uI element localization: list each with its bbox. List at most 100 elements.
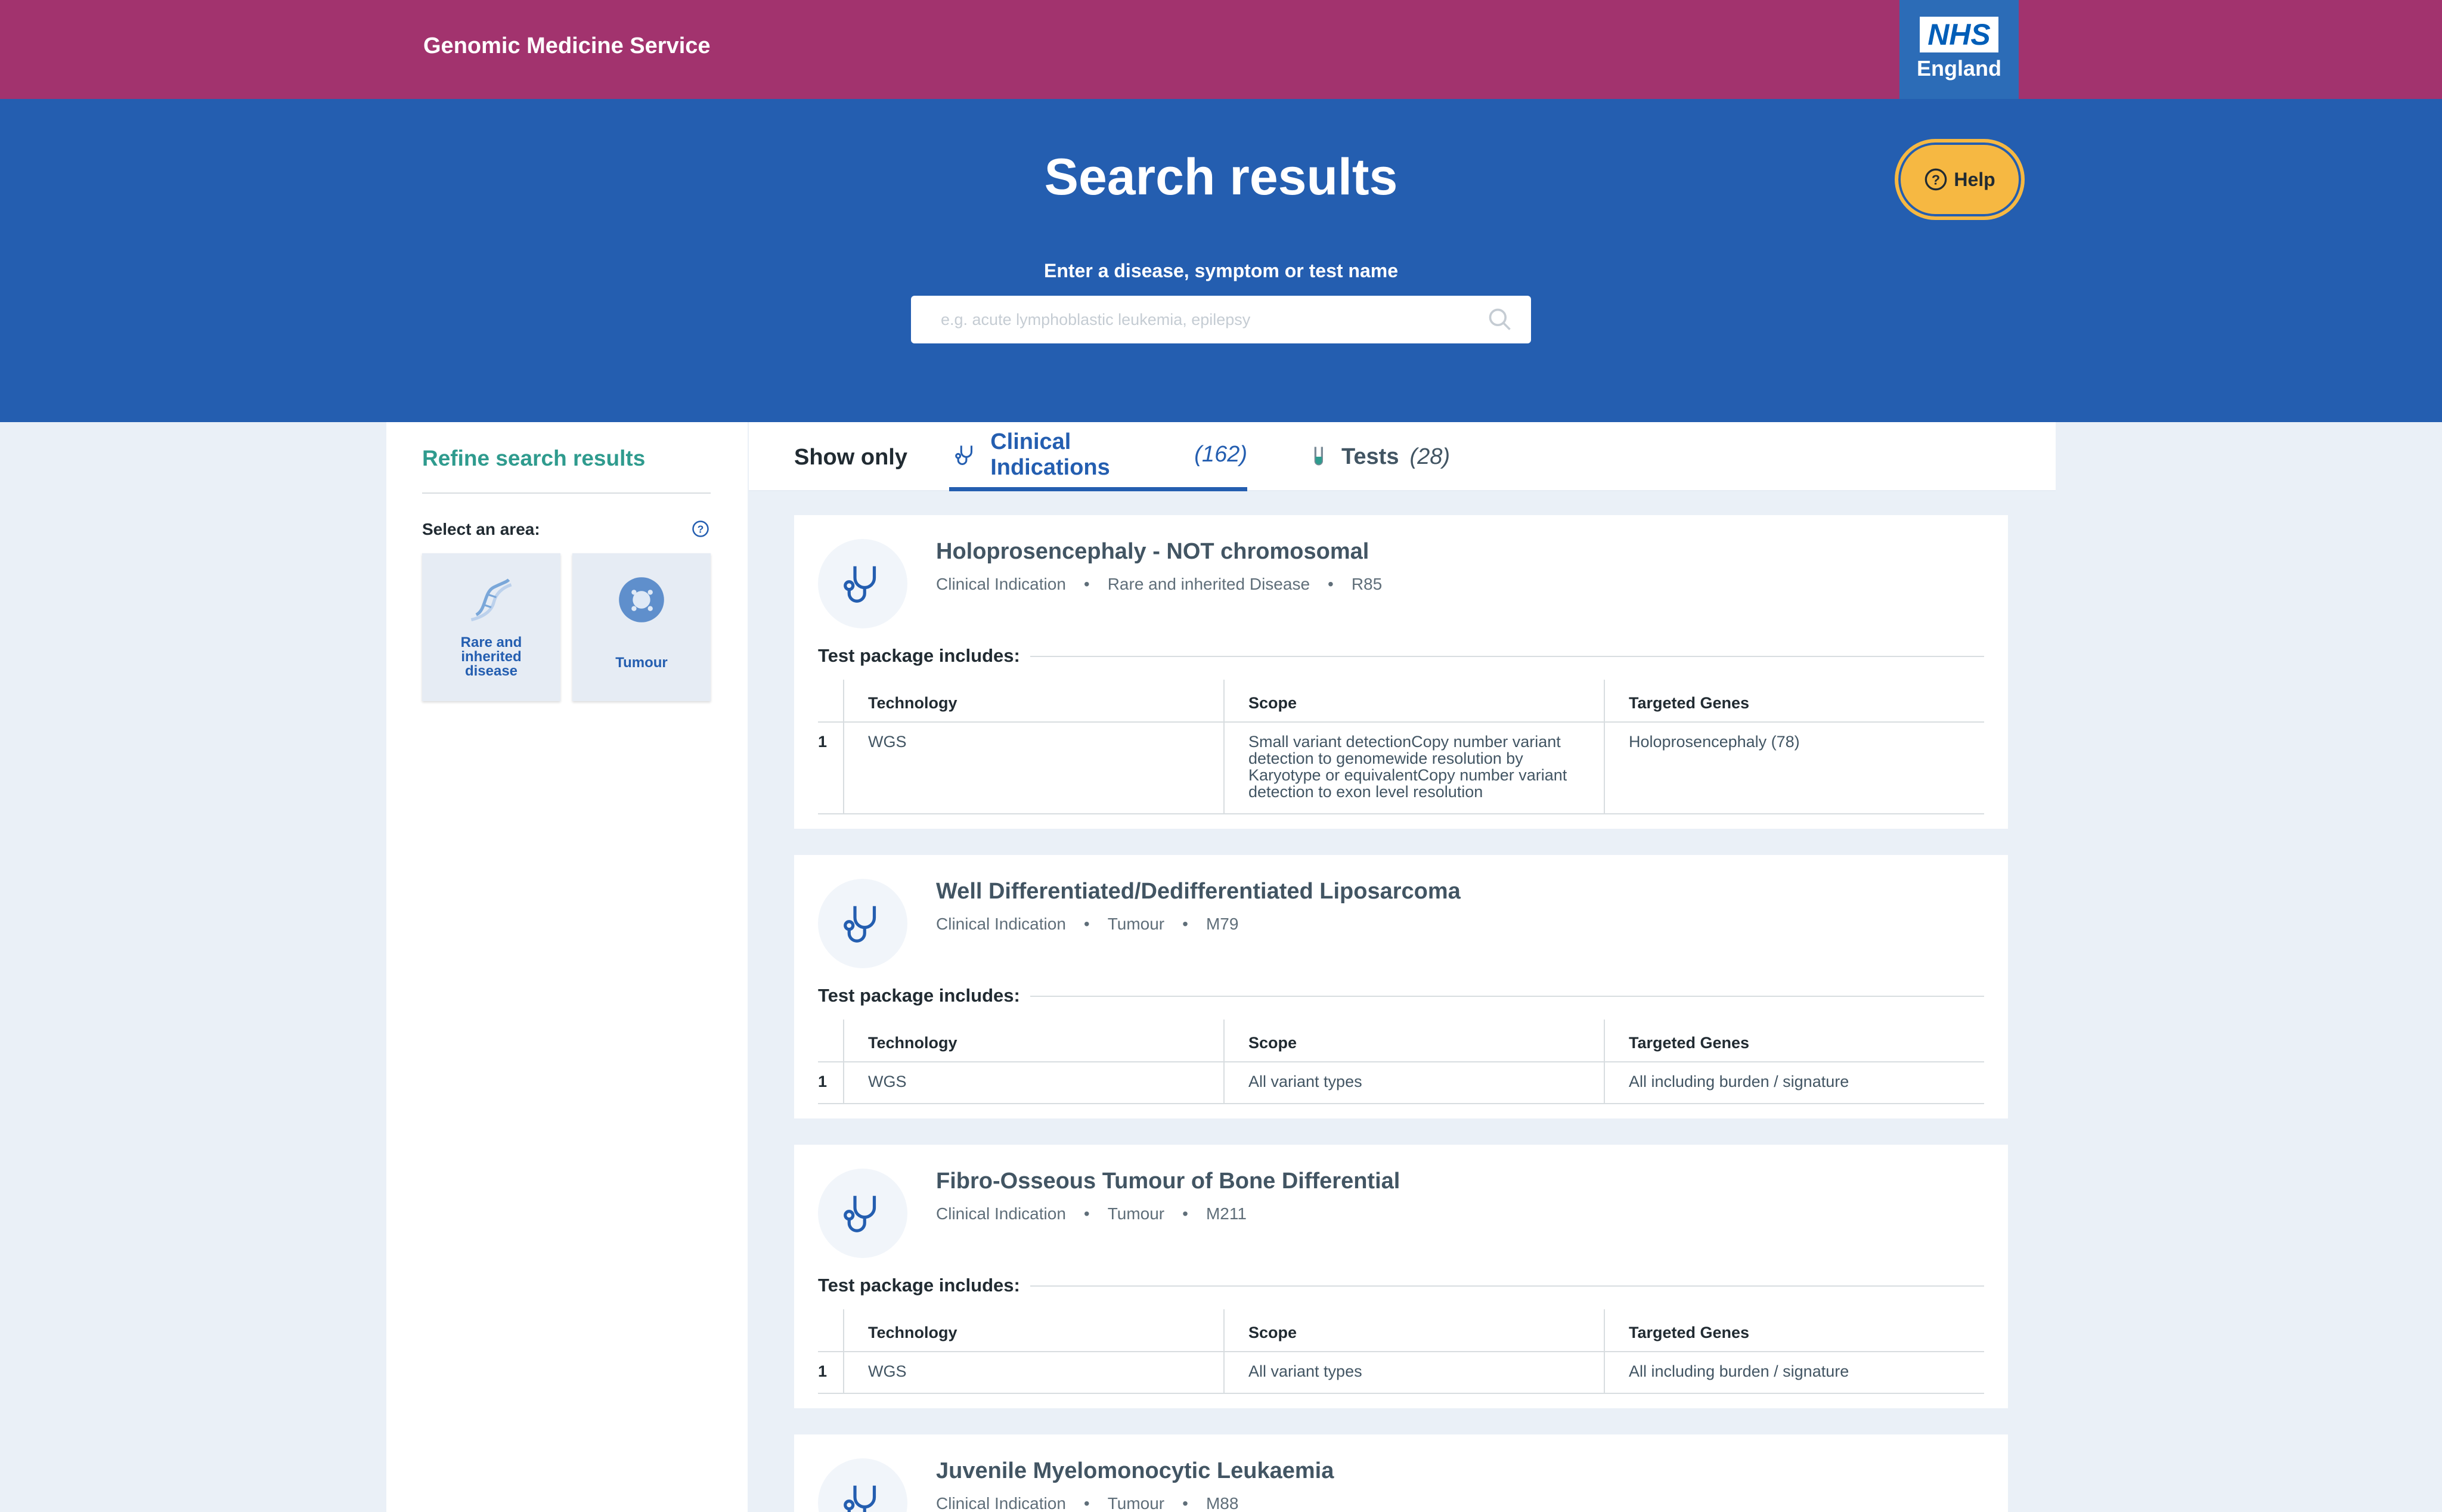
result-title[interactable]: Fibro-Osseous Tumour of Bone Differentia… <box>936 1169 1400 1194</box>
technology-cell: WGS <box>868 733 907 751</box>
nhs-logo-mark: NHS <box>1920 17 1998 52</box>
package-label: Test package includes: <box>818 645 1020 666</box>
divider <box>1030 656 1984 657</box>
result-card[interactable]: Well Differentiated/Dedifferentiated Lip… <box>794 855 2008 1118</box>
result-type: Clinical Indication <box>936 575 1066 593</box>
result-code: M88 <box>1205 1494 1239 1512</box>
row-number: 1 <box>818 1362 828 1380</box>
nhs-logo-subtitle: England <box>1917 56 2001 80</box>
svg-text:?: ? <box>1932 172 1940 187</box>
result-meta: Clinical Indication • Tumour • M79 <box>936 915 1239 933</box>
question-circle-icon[interactable]: ? <box>692 520 709 538</box>
svg-text:?: ? <box>698 523 704 535</box>
search-box <box>911 296 1531 343</box>
stethoscope-icon <box>844 1485 876 1512</box>
divider <box>1030 1285 1984 1287</box>
result-card[interactable]: Holoprosencephaly - NOT chromosomal Clin… <box>794 515 2008 829</box>
package-label: Test package includes: <box>818 1275 1020 1296</box>
clinical-indication-badge <box>818 539 907 628</box>
search-label: Enter a disease, symptom or test name <box>1044 260 1398 281</box>
dna-icon <box>470 578 512 622</box>
test-package-table: Technology Scope Targeted Genes 1 WGS Sm… <box>818 680 1984 814</box>
tab-count: (162) <box>1194 442 1247 467</box>
area-card-tumour[interactable]: Tumour <box>572 553 711 701</box>
row-number: 1 <box>818 733 828 751</box>
result-meta: Clinical Indication • Rare and inherited … <box>936 575 1383 593</box>
column-header: Targeted Genes <box>1629 1034 1750 1052</box>
result-title[interactable]: Juvenile Myelomonocytic Leukaemia <box>936 1458 1334 1484</box>
test-tube-icon <box>1314 447 1323 466</box>
result-area: Tumour <box>1107 1494 1165 1512</box>
result-title[interactable]: Well Differentiated/Dedifferentiated Lip… <box>936 879 1461 904</box>
tab-count: (28) <box>1409 444 1451 469</box>
result-type: Clinical Indication <box>936 915 1066 933</box>
clinical-indication-badge <box>818 1458 907 1512</box>
column-header: Technology <box>868 1324 957 1341</box>
package-label: Test package includes: <box>818 985 1020 1006</box>
clinical-indication-badge <box>818 879 907 968</box>
stethoscope-icon <box>844 906 876 943</box>
scope-cell: Small variant detectionCopy number varia… <box>1248 733 1567 801</box>
clinical-indication-badge <box>818 1169 907 1258</box>
divider <box>1030 996 1984 997</box>
result-code: M211 <box>1205 1204 1247 1223</box>
nhs-england-logo[interactable]: NHS England <box>1899 0 2019 99</box>
row-number: 1 <box>818 1073 828 1090</box>
area-card-rare-disease[interactable]: Rare and inherited disease <box>422 553 560 701</box>
table-header: Technology Scope Targeted Genes <box>818 1309 1984 1352</box>
technology-cell: WGS <box>868 1073 907 1090</box>
service-name[interactable]: Genomic Medicine Service <box>423 33 711 59</box>
column-header: Targeted Genes <box>1629 694 1750 712</box>
page-title: Search results <box>1044 148 1398 206</box>
scope-cell: All variant types <box>1248 1073 1362 1090</box>
stethoscope-icon <box>955 445 973 465</box>
refine-sidebar: Refine search results Select an area: ? … <box>386 422 748 1512</box>
result-meta: Clinical Indication • Tumour • M211 <box>936 1204 1247 1223</box>
test-package-table: Technology Scope Targeted Genes 1 WGS Al… <box>818 1020 1984 1104</box>
result-area: Rare and inherited Disease <box>1107 575 1310 593</box>
tab-label: Tests <box>1341 444 1399 469</box>
divider <box>422 492 711 494</box>
question-circle-icon: ? <box>1925 168 1947 191</box>
hero-banner: Search results Enter a disease, symptom … <box>0 99 2442 422</box>
result-code: M79 <box>1205 915 1239 933</box>
tab-clinical-indications[interactable]: Clinical Indications (162) <box>949 422 1247 491</box>
result-type: Clinical Indication <box>936 1204 1066 1223</box>
stethoscope-icon <box>844 566 876 603</box>
tab-label: Clinical Indications <box>990 429 1110 480</box>
genes-cell: All including burden / signature <box>1629 1073 1849 1090</box>
column-header: Scope <box>1248 1034 1297 1052</box>
test-package-table: Technology Scope Targeted Genes 1 WGS Al… <box>818 1309 1984 1394</box>
table-header: Technology Scope Targeted Genes <box>818 1020 1984 1062</box>
column-header: Technology <box>868 1034 957 1052</box>
area-card-label: Tumour <box>615 655 668 671</box>
refine-title: Refine search results <box>422 446 646 470</box>
stethoscope-icon <box>844 1195 876 1232</box>
search-icon[interactable] <box>1487 306 1513 333</box>
tab-tests[interactable]: Tests (28) <box>1304 422 1450 491</box>
result-type: Clinical Indication <box>936 1494 1066 1512</box>
result-area: Tumour <box>1107 1204 1165 1223</box>
table-row: 1 WGS Small variant detectionCopy number… <box>818 723 1984 814</box>
results-tabs: Show only Clinical Indications (162) Tes… <box>749 422 2056 491</box>
table-header: Technology Scope Targeted Genes <box>818 680 1984 723</box>
column-header: Scope <box>1248 1324 1297 1341</box>
result-code: R85 <box>1351 575 1383 593</box>
result-meta: Clinical Indication • Tumour • M88 <box>936 1494 1239 1512</box>
result-card[interactable]: Fibro-Osseous Tumour of Bone Differentia… <box>794 1145 2008 1408</box>
column-header: Targeted Genes <box>1629 1324 1750 1341</box>
show-only-label: Show only <box>794 445 907 470</box>
table-row: 1 WGS All variant types All including bu… <box>818 1062 1984 1104</box>
result-title[interactable]: Holoprosencephaly - NOT chromosomal <box>936 539 1369 565</box>
technology-cell: WGS <box>868 1362 907 1380</box>
column-header: Scope <box>1248 694 1297 712</box>
search-input[interactable] <box>911 296 1483 343</box>
tumour-cell-icon <box>619 577 664 622</box>
area-card-label: Rare and inherited disease <box>460 634 522 679</box>
result-card[interactable]: Juvenile Myelomonocytic Leukaemia Clinic… <box>794 1434 2008 1512</box>
help-button[interactable]: ? Help <box>1895 139 2025 220</box>
column-header: Technology <box>868 694 957 712</box>
top-bar: Genomic Medicine Service NHS England <box>0 0 2442 99</box>
table-row: 1 WGS All variant types All including bu… <box>818 1352 1984 1394</box>
result-area: Tumour <box>1107 915 1165 933</box>
